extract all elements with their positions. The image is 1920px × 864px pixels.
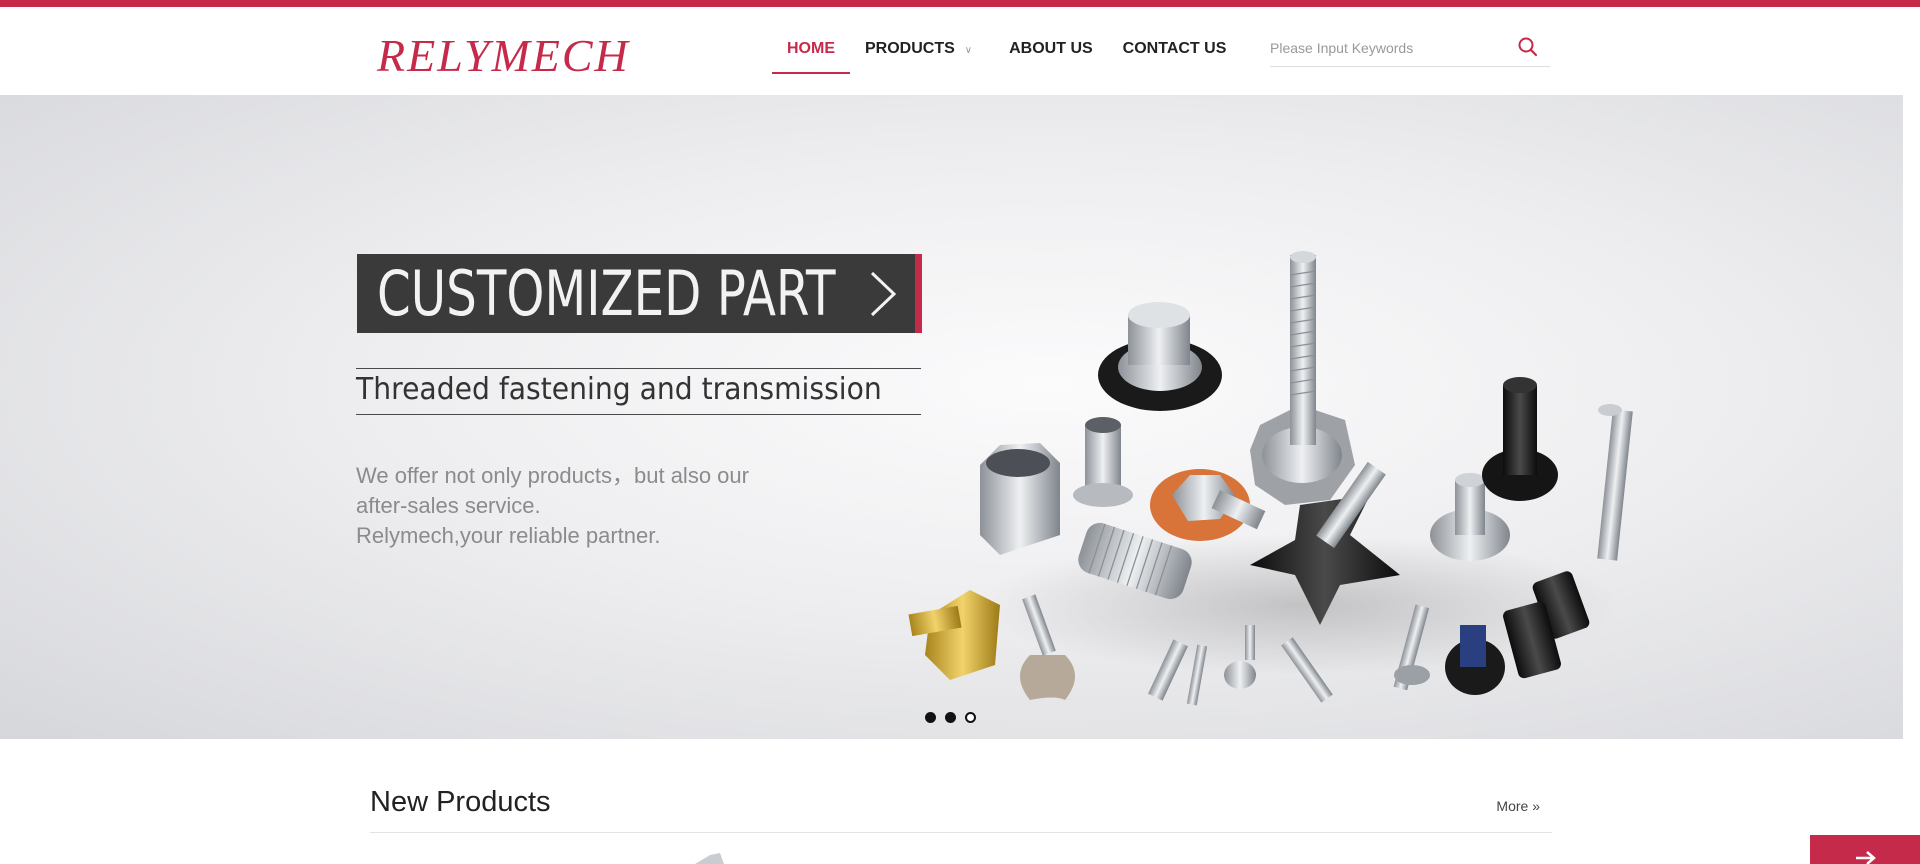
top-accent-strip	[0, 0, 1920, 7]
product-thumbnail[interactable]	[690, 851, 730, 864]
description-line: Relymech,your reliable partner.	[356, 523, 661, 548]
search-box	[1270, 29, 1550, 67]
divider	[356, 414, 921, 415]
floating-next-button[interactable]	[1810, 835, 1920, 864]
site-header: RELYMECH HOME PRODUCTS ∨ ABOUT US CONTACT…	[0, 7, 1920, 95]
nav-item-label: HOME	[787, 40, 835, 57]
divider	[370, 832, 1552, 833]
divider	[356, 368, 921, 369]
chevron-down-icon: ∨	[964, 45, 973, 56]
nav-item-contact-us[interactable]: CONTACT US	[1108, 7, 1242, 73]
carousel-dot[interactable]	[925, 712, 936, 723]
carousel-indicators	[925, 712, 976, 723]
more-link[interactable]: More »	[1496, 798, 1540, 814]
banner-description: We offer not only products，but also our …	[356, 461, 749, 551]
main-nav: HOME PRODUCTS ∨ ABOUT US CONTACT US	[772, 7, 1242, 74]
banner-headline: CUSTOMIZED PART	[377, 257, 836, 330]
carousel-dot[interactable]	[945, 712, 956, 723]
arrow-right-icon	[1856, 851, 1876, 864]
chevron-right-icon	[870, 271, 897, 317]
nav-item-label: CONTACT US	[1122, 40, 1227, 57]
logo[interactable]: RELYMECH	[377, 27, 630, 85]
description-line: We offer not only products，but also our	[356, 463, 749, 488]
nav-item-label: PRODUCTS	[865, 40, 955, 57]
banner-headline-box: CUSTOMIZED PART	[357, 254, 922, 333]
search-icon[interactable]	[1516, 35, 1540, 59]
nav-item-products[interactable]: PRODUCTS ∨	[850, 7, 994, 73]
nav-item-home[interactable]: HOME	[772, 7, 850, 74]
nav-item-label: ABOUT US	[1009, 40, 1093, 57]
description-line: after-sales service.	[356, 493, 541, 518]
hero-banner[interactable]: CUSTOMIZED PART Threaded fastening and t…	[0, 95, 1903, 739]
nav-item-about-us[interactable]: ABOUT US	[994, 7, 1108, 73]
section-title: New Products	[370, 786, 551, 818]
search-input[interactable]	[1270, 37, 1510, 59]
banner-subtitle: Threaded fastening and transmission	[356, 372, 882, 407]
fasteners-product-photo	[908, 251, 1633, 706]
carousel-dot-active[interactable]	[965, 712, 976, 723]
